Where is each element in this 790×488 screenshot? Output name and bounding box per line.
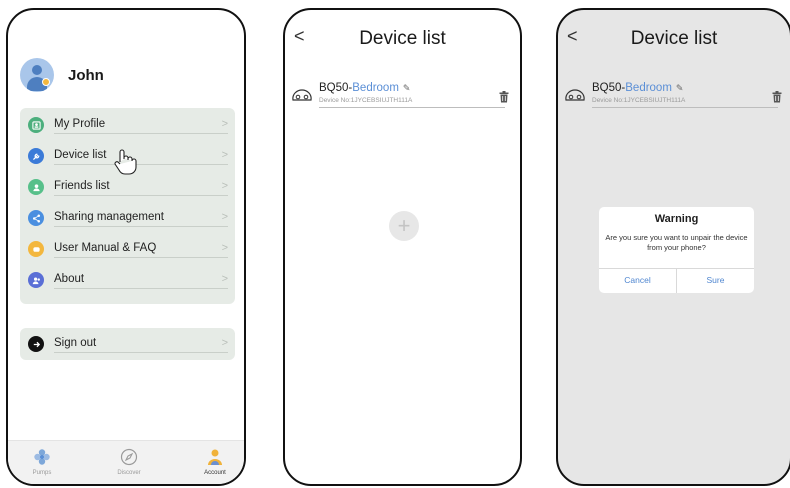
menu-item-label: User Manual & FAQ — [54, 240, 228, 258]
chevron-right-icon: > — [221, 337, 228, 349]
friends-icon — [28, 179, 44, 195]
share-icon — [28, 210, 44, 226]
cancel-button[interactable]: Cancel — [599, 268, 676, 293]
device-name: BQ50-Bedroom ✎ — [592, 82, 683, 94]
tab-label: Account — [204, 470, 226, 476]
profile-icon — [28, 117, 44, 133]
account-screen: John My Profile > Device list > Friends … — [6, 8, 246, 486]
page-title: Device list — [630, 28, 718, 49]
chevron-right-icon: > — [221, 149, 228, 161]
page-title: Device list — [359, 28, 446, 49]
device-row[interactable]: BQ50-Bedroom ✎ Device No:1JYCEBSIUJTH111A — [564, 82, 784, 110]
device-row[interactable]: BQ50-Bedroom ✎ Device No:1JYCEBSIUJTH111A — [291, 82, 511, 110]
user-header[interactable]: John — [20, 58, 104, 92]
about-icon — [28, 272, 44, 288]
chevron-right-icon: > — [221, 180, 228, 192]
avatar — [20, 58, 54, 92]
device-serial: Device No:1JYCEBSIUJTH111A — [319, 97, 413, 104]
device-model: BQ50- — [592, 82, 626, 94]
tab-label: Discover — [117, 470, 141, 476]
pointer-hand-icon — [112, 148, 138, 181]
compass-icon — [104, 447, 154, 467]
manual-icon — [28, 241, 44, 257]
divider — [592, 107, 778, 108]
menu-item-label: Sharing management — [54, 209, 228, 227]
device-list-screen: < Device list BQ50-Bedroom ✎ Device No:1J… — [283, 8, 522, 486]
tab-account[interactable]: Account — [190, 447, 240, 476]
sure-button[interactable]: Sure — [677, 268, 754, 293]
user-name: John — [68, 66, 104, 84]
edit-pencil-icon[interactable]: ✎ — [676, 83, 684, 93]
menu-item-sharing-management[interactable]: Sharing management > — [28, 207, 228, 229]
menu-item-label: Device list — [54, 147, 228, 165]
sign-out-label: Sign out — [54, 335, 228, 353]
wrench-icon — [28, 148, 44, 164]
menu-item-label: My Profile — [54, 116, 228, 134]
menu-item-user-manual[interactable]: User Manual & FAQ > — [28, 238, 228, 260]
sign-out-button[interactable]: Sign out > — [28, 333, 228, 355]
account-icon — [190, 447, 240, 467]
chevron-right-icon: > — [221, 273, 228, 285]
breast-pump-icon — [291, 88, 313, 107]
device-list-dialog-screen: < Device list BQ50-Bedroom ✎ Device No:1J… — [556, 8, 790, 486]
edit-pencil-icon[interactable]: ✎ — [403, 83, 411, 93]
sign-out-card: Sign out > — [20, 328, 235, 360]
device-room: Bedroom — [625, 82, 672, 94]
chevron-right-icon: > — [221, 211, 228, 223]
warning-dialog: Warning Are you sure you want to unpair … — [599, 207, 754, 293]
breast-pump-icon — [564, 88, 586, 107]
device-model: BQ50- — [319, 82, 353, 94]
pump-icon — [17, 447, 67, 467]
trash-icon[interactable] — [772, 90, 782, 108]
add-device-button[interactable]: + — [389, 211, 419, 241]
menu-item-about[interactable]: About > — [28, 269, 228, 291]
tab-discover[interactable]: Discover — [104, 447, 154, 476]
bottom-tab-bar: Pumps Discover Account — [8, 440, 244, 484]
dialog-title: Warning — [654, 213, 699, 225]
tab-pumps[interactable]: Pumps — [17, 447, 67, 476]
chevron-right-icon: > — [221, 118, 228, 130]
menu-item-label: About — [54, 271, 228, 289]
tab-label: Pumps — [32, 470, 52, 476]
menu-item-label: Friends list — [54, 178, 228, 196]
device-serial: Device No:1JYCEBSIUJTH111A — [592, 97, 686, 104]
chevron-right-icon: > — [221, 242, 228, 254]
dialog-message: Are you sure you want to unpair the devi… — [605, 233, 748, 252]
device-room: Bedroom — [352, 82, 399, 94]
menu-item-my-profile[interactable]: My Profile > — [28, 114, 228, 136]
account-menu: My Profile > Device list > Friends list … — [20, 108, 235, 304]
trash-icon[interactable] — [499, 90, 509, 108]
device-name: BQ50-Bedroom ✎ — [319, 82, 410, 94]
divider — [319, 107, 505, 108]
sign-out-icon — [28, 336, 44, 352]
